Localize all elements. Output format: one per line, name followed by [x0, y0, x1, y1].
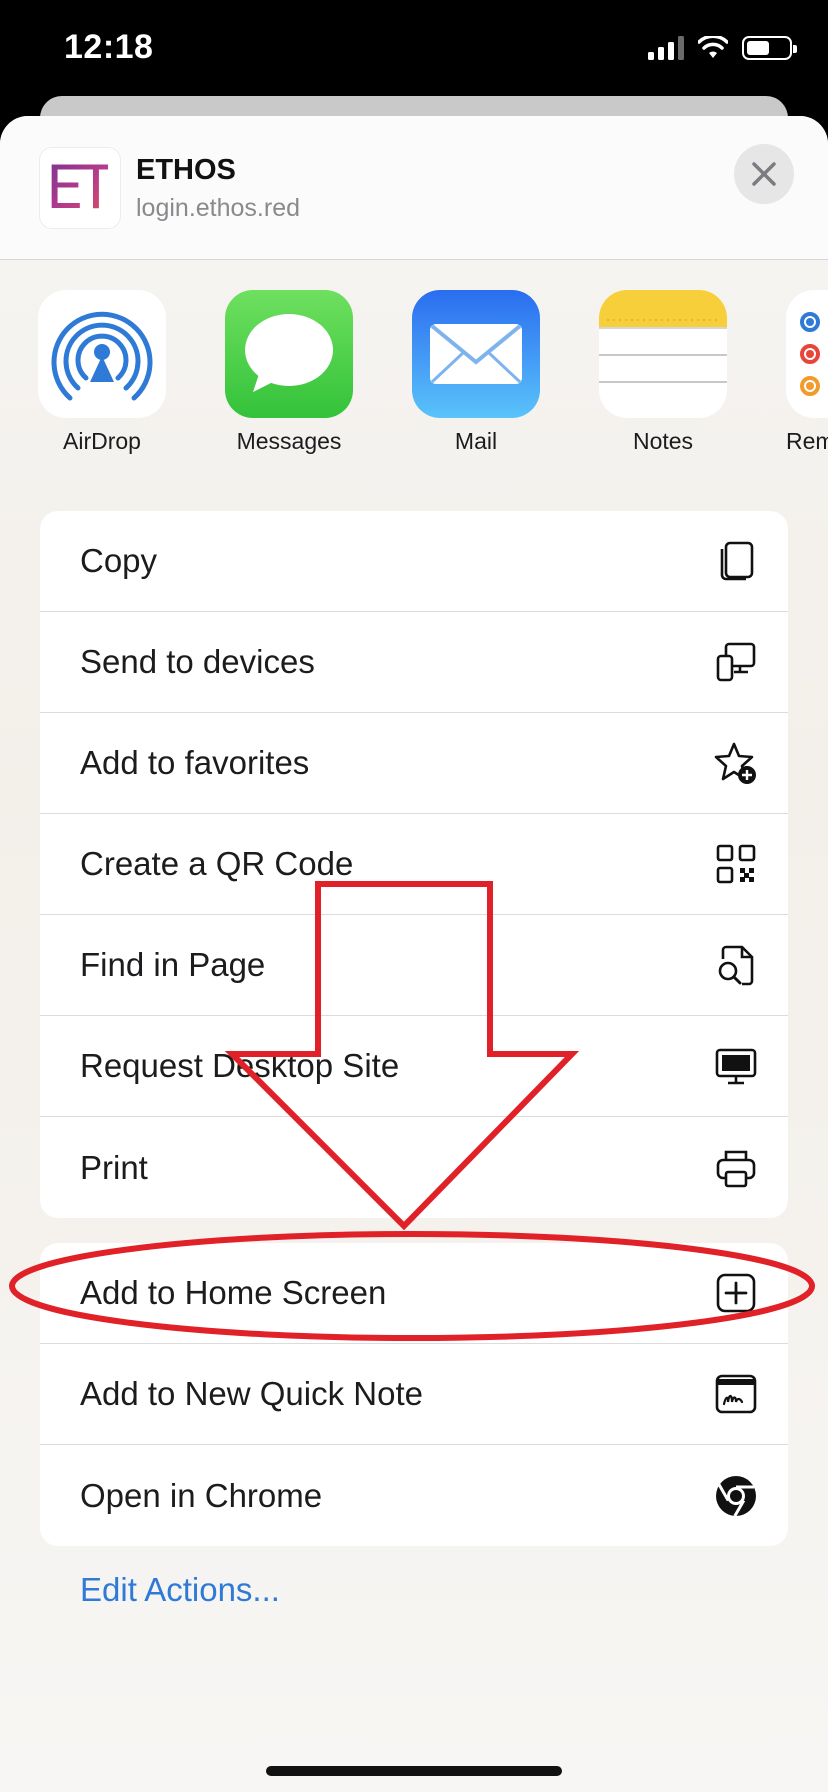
action-label: Copy	[80, 542, 158, 579]
action-send-to-devices[interactable]: Send to devices	[40, 612, 788, 713]
share-sheet-header: ET ETHOS login.ethos.red	[0, 116, 828, 260]
wifi-icon	[698, 36, 728, 58]
action-label: Add to favorites	[80, 744, 310, 781]
edit-actions-link[interactable]: Edit Actions...	[80, 1571, 280, 1609]
action-add-to-favorites[interactable]: Add to favorites	[40, 713, 788, 814]
app-reminders[interactable]: Rem	[786, 290, 828, 455]
messages-icon	[225, 290, 353, 418]
airdrop-icon	[38, 290, 166, 418]
copy-icon	[720, 541, 754, 581]
star-plus-icon	[714, 742, 756, 784]
action-label: Send to devices	[80, 643, 315, 680]
action-label: Print	[80, 1148, 148, 1186]
action-open-in-chrome[interactable]: Open in Chrome	[40, 1445, 788, 1546]
action-request-desktop-site[interactable]: Request Desktop Site	[40, 1016, 788, 1117]
notes-icon	[599, 290, 727, 418]
app-mail[interactable]: Mail	[412, 290, 540, 455]
reminders-icon	[786, 290, 828, 418]
printer-icon	[716, 1150, 756, 1187]
qr-code-icon	[716, 844, 756, 884]
app-label: AirDrop	[63, 428, 141, 454]
action-label: Request Desktop Site	[80, 1047, 400, 1084]
battery-fill	[747, 41, 769, 55]
battery-icon	[742, 36, 797, 60]
chrome-icon	[716, 1475, 756, 1517]
action-find-in-page[interactable]: Find in Page	[40, 915, 788, 1016]
status-time: 12:18	[64, 28, 154, 66]
status-bar: 12:18	[0, 0, 828, 100]
action-label: Add to New Quick Note	[80, 1375, 423, 1412]
home-indicator[interactable]	[266, 1766, 562, 1776]
site-logo: ET	[40, 148, 120, 228]
site-url: login.ethos.red	[136, 194, 301, 222]
action-create-qr-code[interactable]: Create a QR Code	[40, 814, 788, 915]
close-icon	[752, 162, 776, 186]
send-to-devices-icon	[716, 642, 756, 682]
cellular-signal-icon	[648, 36, 684, 60]
actions-group: Copy Send to devices Add to favorites Cr…	[40, 511, 788, 1218]
find-in-page-icon	[718, 945, 754, 986]
action-label: Open in Chrome	[80, 1476, 323, 1514]
site-title: ETHOS	[136, 154, 236, 186]
app-messages[interactable]: Messages	[225, 290, 353, 455]
action-label: Find in Page	[80, 946, 266, 983]
mail-icon	[412, 290, 540, 418]
actions-group: Add to Home Screen Add to New Quick Note…	[40, 1243, 788, 1546]
app-label: Notes	[632, 428, 694, 454]
site-logo-text: ET	[45, 153, 115, 223]
plus-square-icon	[716, 1273, 756, 1313]
share-sheet: ET ETHOS login.ethos.red AirDrop Message…	[0, 116, 828, 1792]
app-label: Messages	[236, 428, 342, 454]
status-icons	[648, 36, 797, 60]
app-label: Rem	[786, 428, 828, 454]
action-add-to-home-screen[interactable]: Add to Home Screen	[40, 1243, 788, 1344]
desktop-icon	[715, 1048, 757, 1085]
app-airdrop[interactable]: AirDrop	[38, 290, 166, 455]
app-label: Mail	[454, 428, 498, 454]
action-copy[interactable]: Copy	[40, 511, 788, 612]
action-add-to-new-quick-note[interactable]: Add to New Quick Note	[40, 1344, 788, 1445]
share-apps-row: AirDrop Messages Mail Notes Rem	[0, 290, 828, 460]
action-label: Create a QR Code	[80, 845, 354, 882]
action-label: Add to Home Screen	[80, 1274, 387, 1311]
quick-note-icon	[715, 1374, 757, 1414]
close-button[interactable]	[734, 144, 794, 204]
action-print[interactable]: Print	[40, 1117, 788, 1218]
app-notes[interactable]: Notes	[599, 290, 727, 455]
